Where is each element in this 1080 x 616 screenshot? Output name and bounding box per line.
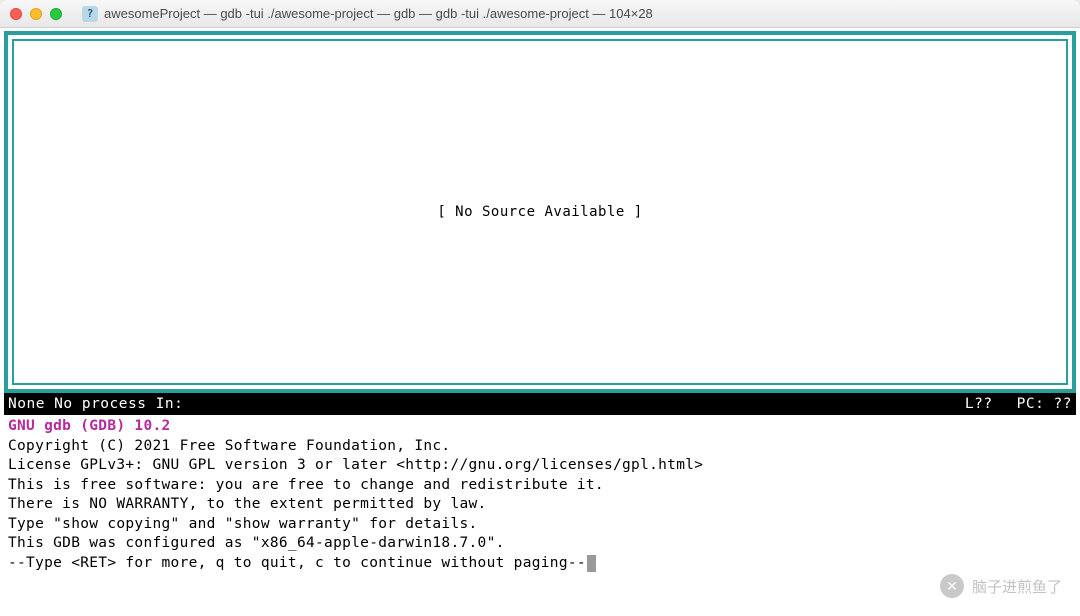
window-title: awesomeProject — gdb -tui ./awesome-proj… <box>104 6 653 21</box>
gdb-output-line: This is free software: you are free to c… <box>8 476 1072 496</box>
terminal-body[interactable]: [ No Source Available ] None No process … <box>0 28 1080 616</box>
watermark-icon: ✕ <box>940 574 964 598</box>
window-titlebar: ? awesomeProject — gdb -tui ./awesome-pr… <box>0 0 1080 28</box>
gdb-output-line: Copyright (C) 2021 Free Software Foundat… <box>8 437 1072 457</box>
gdb-version-header: GNU gdb (GDB) 10.2 <box>8 417 1072 437</box>
terminal-window: ? awesomeProject — gdb -tui ./awesome-pr… <box>0 0 1080 616</box>
maximize-window-button[interactable] <box>50 8 62 20</box>
gdb-output-line: License GPLv3+: GNU GPL version 3 or lat… <box>8 456 1072 476</box>
status-program-counter: PC: ?? <box>1017 396 1072 412</box>
minimize-window-button[interactable] <box>30 8 42 20</box>
gdb-source-pane: [ No Source Available ] <box>4 31 1076 393</box>
gdb-output-line: Type "show copying" and "show warranty" … <box>8 515 1072 535</box>
prompt-text: --Type <RET> for more, q to quit, c to c… <box>8 554 586 574</box>
gdb-output-line: There is NO WARRANTY, to the extent perm… <box>8 495 1072 515</box>
status-line-number: L?? <box>965 396 993 412</box>
terminal-app-icon: ? <box>82 6 98 22</box>
gdb-pager-prompt[interactable]: --Type <RET> for more, q to quit, c to c… <box>8 554 1072 574</box>
watermark-text: 脑子进煎鱼了 <box>972 576 1062 597</box>
gdb-status-bar: None No process In: L?? PC: ?? <box>4 393 1076 415</box>
cursor-icon <box>587 555 596 572</box>
status-location-info: L?? PC: ?? <box>965 396 1072 412</box>
gdb-source-pane-inner: [ No Source Available ] <box>12 39 1068 385</box>
close-window-button[interactable] <box>10 8 22 20</box>
status-process-info: None No process In: <box>8 396 965 412</box>
watermark: ✕ 脑子进煎鱼了 <box>940 574 1062 598</box>
title-area: ? awesomeProject — gdb -tui ./awesome-pr… <box>82 6 1070 22</box>
gdb-output-line: This GDB was configured as "x86_64-apple… <box>8 534 1072 554</box>
no-source-message: [ No Source Available ] <box>437 204 642 220</box>
traffic-lights <box>10 8 62 20</box>
gdb-output-area[interactable]: GNU gdb (GDB) 10.2 Copyright (C) 2021 Fr… <box>4 415 1076 576</box>
